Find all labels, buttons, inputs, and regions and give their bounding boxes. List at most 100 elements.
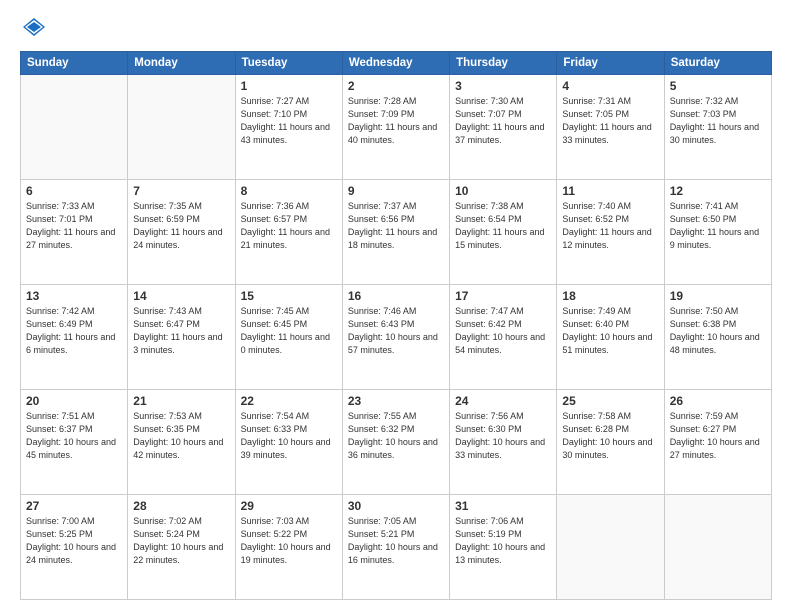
calendar-cell: 5Sunrise: 7:32 AMSunset: 7:03 PMDaylight… [664, 75, 771, 180]
week-row-2: 13 Sunrise: 7:42 AMSunset: 6:49 PMDayligh… [21, 285, 772, 390]
calendar-cell: 31 Sunrise: 7:06 AMSunset: 5:19 PMDayligh… [450, 495, 557, 600]
day-number: 3 [455, 79, 551, 93]
day-info: Sunrise: 7:27 AMSunset: 7:10 PMDaylight:… [241, 95, 337, 147]
calendar-cell: 18 Sunrise: 7:49 AMSunset: 6:40 PMDayligh… [557, 285, 664, 390]
calendar-cell [128, 75, 235, 180]
day-number: 7 [133, 184, 229, 198]
weekday-header-sunday: Sunday [21, 52, 128, 75]
calendar-cell: 29 Sunrise: 7:03 AMSunset: 5:22 PMDayligh… [235, 495, 342, 600]
calendar-cell: 16 Sunrise: 7:46 AMSunset: 6:43 PMDayligh… [342, 285, 449, 390]
calendar-cell [664, 495, 771, 600]
calendar-cell: 9 Sunrise: 7:37 AMSunset: 6:56 PMDaylight… [342, 180, 449, 285]
day-info: Sunrise: 7:47 AMSunset: 6:42 PMDaylight:… [455, 305, 551, 357]
calendar-cell: 19 Sunrise: 7:50 AMSunset: 6:38 PMDayligh… [664, 285, 771, 390]
day-info: Sunrise: 7:51 AMSunset: 6:37 PMDaylight:… [26, 410, 122, 462]
calendar-cell: 2 Sunrise: 7:28 AMSunset: 7:09 PMDaylight… [342, 75, 449, 180]
day-number: 18 [562, 289, 658, 303]
calendar-cell [557, 495, 664, 600]
day-number: 21 [133, 394, 229, 408]
day-info: Sunrise: 7:42 AMSunset: 6:49 PMDaylight:… [26, 305, 122, 357]
weekday-header-monday: Monday [128, 52, 235, 75]
day-info: Sunrise: 7:05 AMSunset: 5:21 PMDaylight:… [348, 515, 444, 567]
day-number: 29 [241, 499, 337, 513]
day-number: 14 [133, 289, 229, 303]
day-number: 16 [348, 289, 444, 303]
day-number: 25 [562, 394, 658, 408]
weekday-header-saturday: Saturday [664, 52, 771, 75]
day-info: Sunrise: 7:55 AMSunset: 6:32 PMDaylight:… [348, 410, 444, 462]
day-info: Sunrise: 7:49 AMSunset: 6:40 PMDaylight:… [562, 305, 658, 357]
calendar-cell: 26Sunrise: 7:59 AMSunset: 6:27 PMDayligh… [664, 390, 771, 495]
day-number: 9 [348, 184, 444, 198]
calendar-cell: 8 Sunrise: 7:36 AMSunset: 6:57 PMDaylight… [235, 180, 342, 285]
calendar-cell: 14 Sunrise: 7:43 AMSunset: 6:47 PMDayligh… [128, 285, 235, 390]
day-number: 13 [26, 289, 122, 303]
day-number: 11 [562, 184, 658, 198]
day-number: 8 [241, 184, 337, 198]
day-info: Sunrise: 7:50 AMSunset: 6:38 PMDaylight:… [670, 305, 766, 357]
day-info: Sunrise: 7:30 AMSunset: 7:07 PMDaylight:… [455, 95, 551, 147]
weekday-header-thursday: Thursday [450, 52, 557, 75]
day-info: Sunrise: 7:37 AMSunset: 6:56 PMDaylight:… [348, 200, 444, 252]
week-row-4: 27Sunrise: 7:00 AMSunset: 5:25 PMDayligh… [21, 495, 772, 600]
day-info: Sunrise: 7:33 AMSunset: 7:01 PMDaylight:… [26, 200, 122, 252]
day-number: 27 [26, 499, 122, 513]
day-info: Sunrise: 7:56 AMSunset: 6:30 PMDaylight:… [455, 410, 551, 462]
day-info: Sunrise: 7:46 AMSunset: 6:43 PMDaylight:… [348, 305, 444, 357]
day-info: Sunrise: 7:40 AMSunset: 6:52 PMDaylight:… [562, 200, 658, 252]
logo-flag-icon [23, 18, 45, 41]
day-number: 19 [670, 289, 766, 303]
calendar-cell: 30 Sunrise: 7:05 AMSunset: 5:21 PMDayligh… [342, 495, 449, 600]
day-number: 6 [26, 184, 122, 198]
day-info: Sunrise: 7:06 AMSunset: 5:19 PMDaylight:… [455, 515, 551, 567]
day-number: 24 [455, 394, 551, 408]
day-info: Sunrise: 7:41 AMSunset: 6:50 PMDaylight:… [670, 200, 766, 252]
day-number: 23 [348, 394, 444, 408]
weekday-header-friday: Friday [557, 52, 664, 75]
day-info: Sunrise: 7:36 AMSunset: 6:57 PMDaylight:… [241, 200, 337, 252]
calendar-cell: 10 Sunrise: 7:38 AMSunset: 6:54 PMDayligh… [450, 180, 557, 285]
calendar-cell: 25 Sunrise: 7:58 AMSunset: 6:28 PMDayligh… [557, 390, 664, 495]
day-number: 30 [348, 499, 444, 513]
calendar-cell: 6 Sunrise: 7:33 AMSunset: 7:01 PMDaylight… [21, 180, 128, 285]
day-number: 22 [241, 394, 337, 408]
day-number: 12 [670, 184, 766, 198]
day-info: Sunrise: 7:38 AMSunset: 6:54 PMDaylight:… [455, 200, 551, 252]
day-number: 17 [455, 289, 551, 303]
calendar-cell: 4 Sunrise: 7:31 AMSunset: 7:05 PMDaylight… [557, 75, 664, 180]
day-info: Sunrise: 7:03 AMSunset: 5:22 PMDaylight:… [241, 515, 337, 567]
day-number: 28 [133, 499, 229, 513]
day-info: Sunrise: 7:43 AMSunset: 6:47 PMDaylight:… [133, 305, 229, 357]
day-info: Sunrise: 7:58 AMSunset: 6:28 PMDaylight:… [562, 410, 658, 462]
calendar-cell: 7Sunrise: 7:35 AMSunset: 6:59 PMDaylight… [128, 180, 235, 285]
calendar-cell: 23 Sunrise: 7:55 AMSunset: 6:32 PMDayligh… [342, 390, 449, 495]
week-row-1: 6 Sunrise: 7:33 AMSunset: 7:01 PMDaylight… [21, 180, 772, 285]
day-number: 4 [562, 79, 658, 93]
day-number: 31 [455, 499, 551, 513]
calendar-cell: 3 Sunrise: 7:30 AMSunset: 7:07 PMDaylight… [450, 75, 557, 180]
weekday-header-tuesday: Tuesday [235, 52, 342, 75]
calendar-cell: 15Sunrise: 7:45 AMSunset: 6:45 PMDayligh… [235, 285, 342, 390]
calendar-cell: 12 Sunrise: 7:41 AMSunset: 6:50 PMDayligh… [664, 180, 771, 285]
day-number: 5 [670, 79, 766, 93]
calendar-cell: 13 Sunrise: 7:42 AMSunset: 6:49 PMDayligh… [21, 285, 128, 390]
header [20, 18, 772, 41]
day-number: 1 [241, 79, 337, 93]
day-number: 10 [455, 184, 551, 198]
logo [20, 18, 45, 41]
week-row-0: 1 Sunrise: 7:27 AMSunset: 7:10 PMDaylight… [21, 75, 772, 180]
day-info: Sunrise: 7:45 AMSunset: 6:45 PMDaylight:… [241, 305, 337, 357]
day-info: Sunrise: 7:31 AMSunset: 7:05 PMDaylight:… [562, 95, 658, 147]
page: SundayMondayTuesdayWednesdayThursdayFrid… [0, 0, 792, 612]
calendar-cell: 22Sunrise: 7:54 AMSunset: 6:33 PMDayligh… [235, 390, 342, 495]
day-number: 20 [26, 394, 122, 408]
day-info: Sunrise: 7:02 AMSunset: 5:24 PMDaylight:… [133, 515, 229, 567]
day-number: 2 [348, 79, 444, 93]
calendar-cell [21, 75, 128, 180]
week-row-3: 20 Sunrise: 7:51 AMSunset: 6:37 PMDayligh… [21, 390, 772, 495]
day-info: Sunrise: 7:28 AMSunset: 7:09 PMDaylight:… [348, 95, 444, 147]
calendar-cell: 1 Sunrise: 7:27 AMSunset: 7:10 PMDaylight… [235, 75, 342, 180]
weekday-header-wednesday: Wednesday [342, 52, 449, 75]
calendar-cell: 20 Sunrise: 7:51 AMSunset: 6:37 PMDayligh… [21, 390, 128, 495]
day-info: Sunrise: 7:53 AMSunset: 6:35 PMDaylight:… [133, 410, 229, 462]
